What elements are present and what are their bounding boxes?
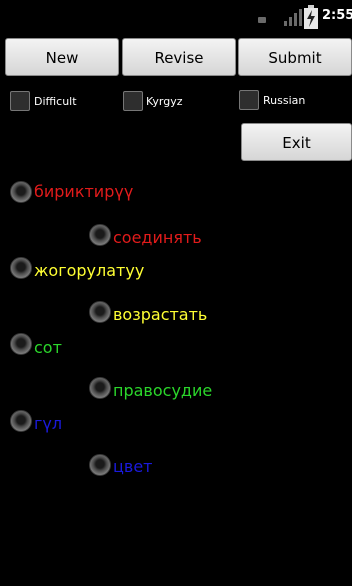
notification-icon bbox=[258, 17, 266, 23]
kyrgyz-word-1: бириктирүү bbox=[34, 182, 134, 201]
translation-radio-3[interactable] bbox=[89, 377, 111, 399]
clock: 2:55 bbox=[322, 8, 352, 23]
submit-button[interactable]: Submit bbox=[238, 38, 352, 76]
translation-radio-1[interactable] bbox=[89, 224, 111, 246]
kyrgyz-label: Kyrgyz bbox=[146, 95, 183, 108]
russian-word-3: правосудие bbox=[113, 381, 213, 400]
word-radio-1[interactable] bbox=[10, 181, 32, 203]
kyrgyz-checkbox[interactable] bbox=[123, 91, 143, 111]
signal-icon bbox=[284, 9, 302, 26]
exit-button[interactable]: Exit bbox=[241, 123, 352, 161]
translation-radio-4[interactable] bbox=[89, 454, 111, 476]
kyrgyz-word-2: жогорулатуу bbox=[34, 261, 145, 280]
russian-checkbox[interactable] bbox=[239, 90, 259, 110]
new-button[interactable]: New bbox=[5, 38, 119, 76]
battery-charging-icon bbox=[304, 5, 318, 29]
russian-word-4: цвет bbox=[113, 457, 153, 476]
difficult-label: Difficult bbox=[34, 95, 77, 108]
russian-label: Russian bbox=[263, 94, 306, 107]
status-bar: 2:55 bbox=[0, 0, 352, 34]
russian-word-2: возрастать bbox=[113, 305, 208, 324]
word-radio-4[interactable] bbox=[10, 410, 32, 432]
kyrgyz-word-4: гүл bbox=[34, 414, 63, 433]
difficult-checkbox[interactable] bbox=[10, 91, 30, 111]
word-radio-3[interactable] bbox=[10, 333, 32, 355]
kyrgyz-word-3: сот bbox=[34, 338, 62, 357]
translation-radio-2[interactable] bbox=[89, 301, 111, 323]
revise-button[interactable]: Revise bbox=[122, 38, 236, 76]
word-radio-2[interactable] bbox=[10, 257, 32, 279]
russian-word-1: соединять bbox=[113, 228, 202, 247]
